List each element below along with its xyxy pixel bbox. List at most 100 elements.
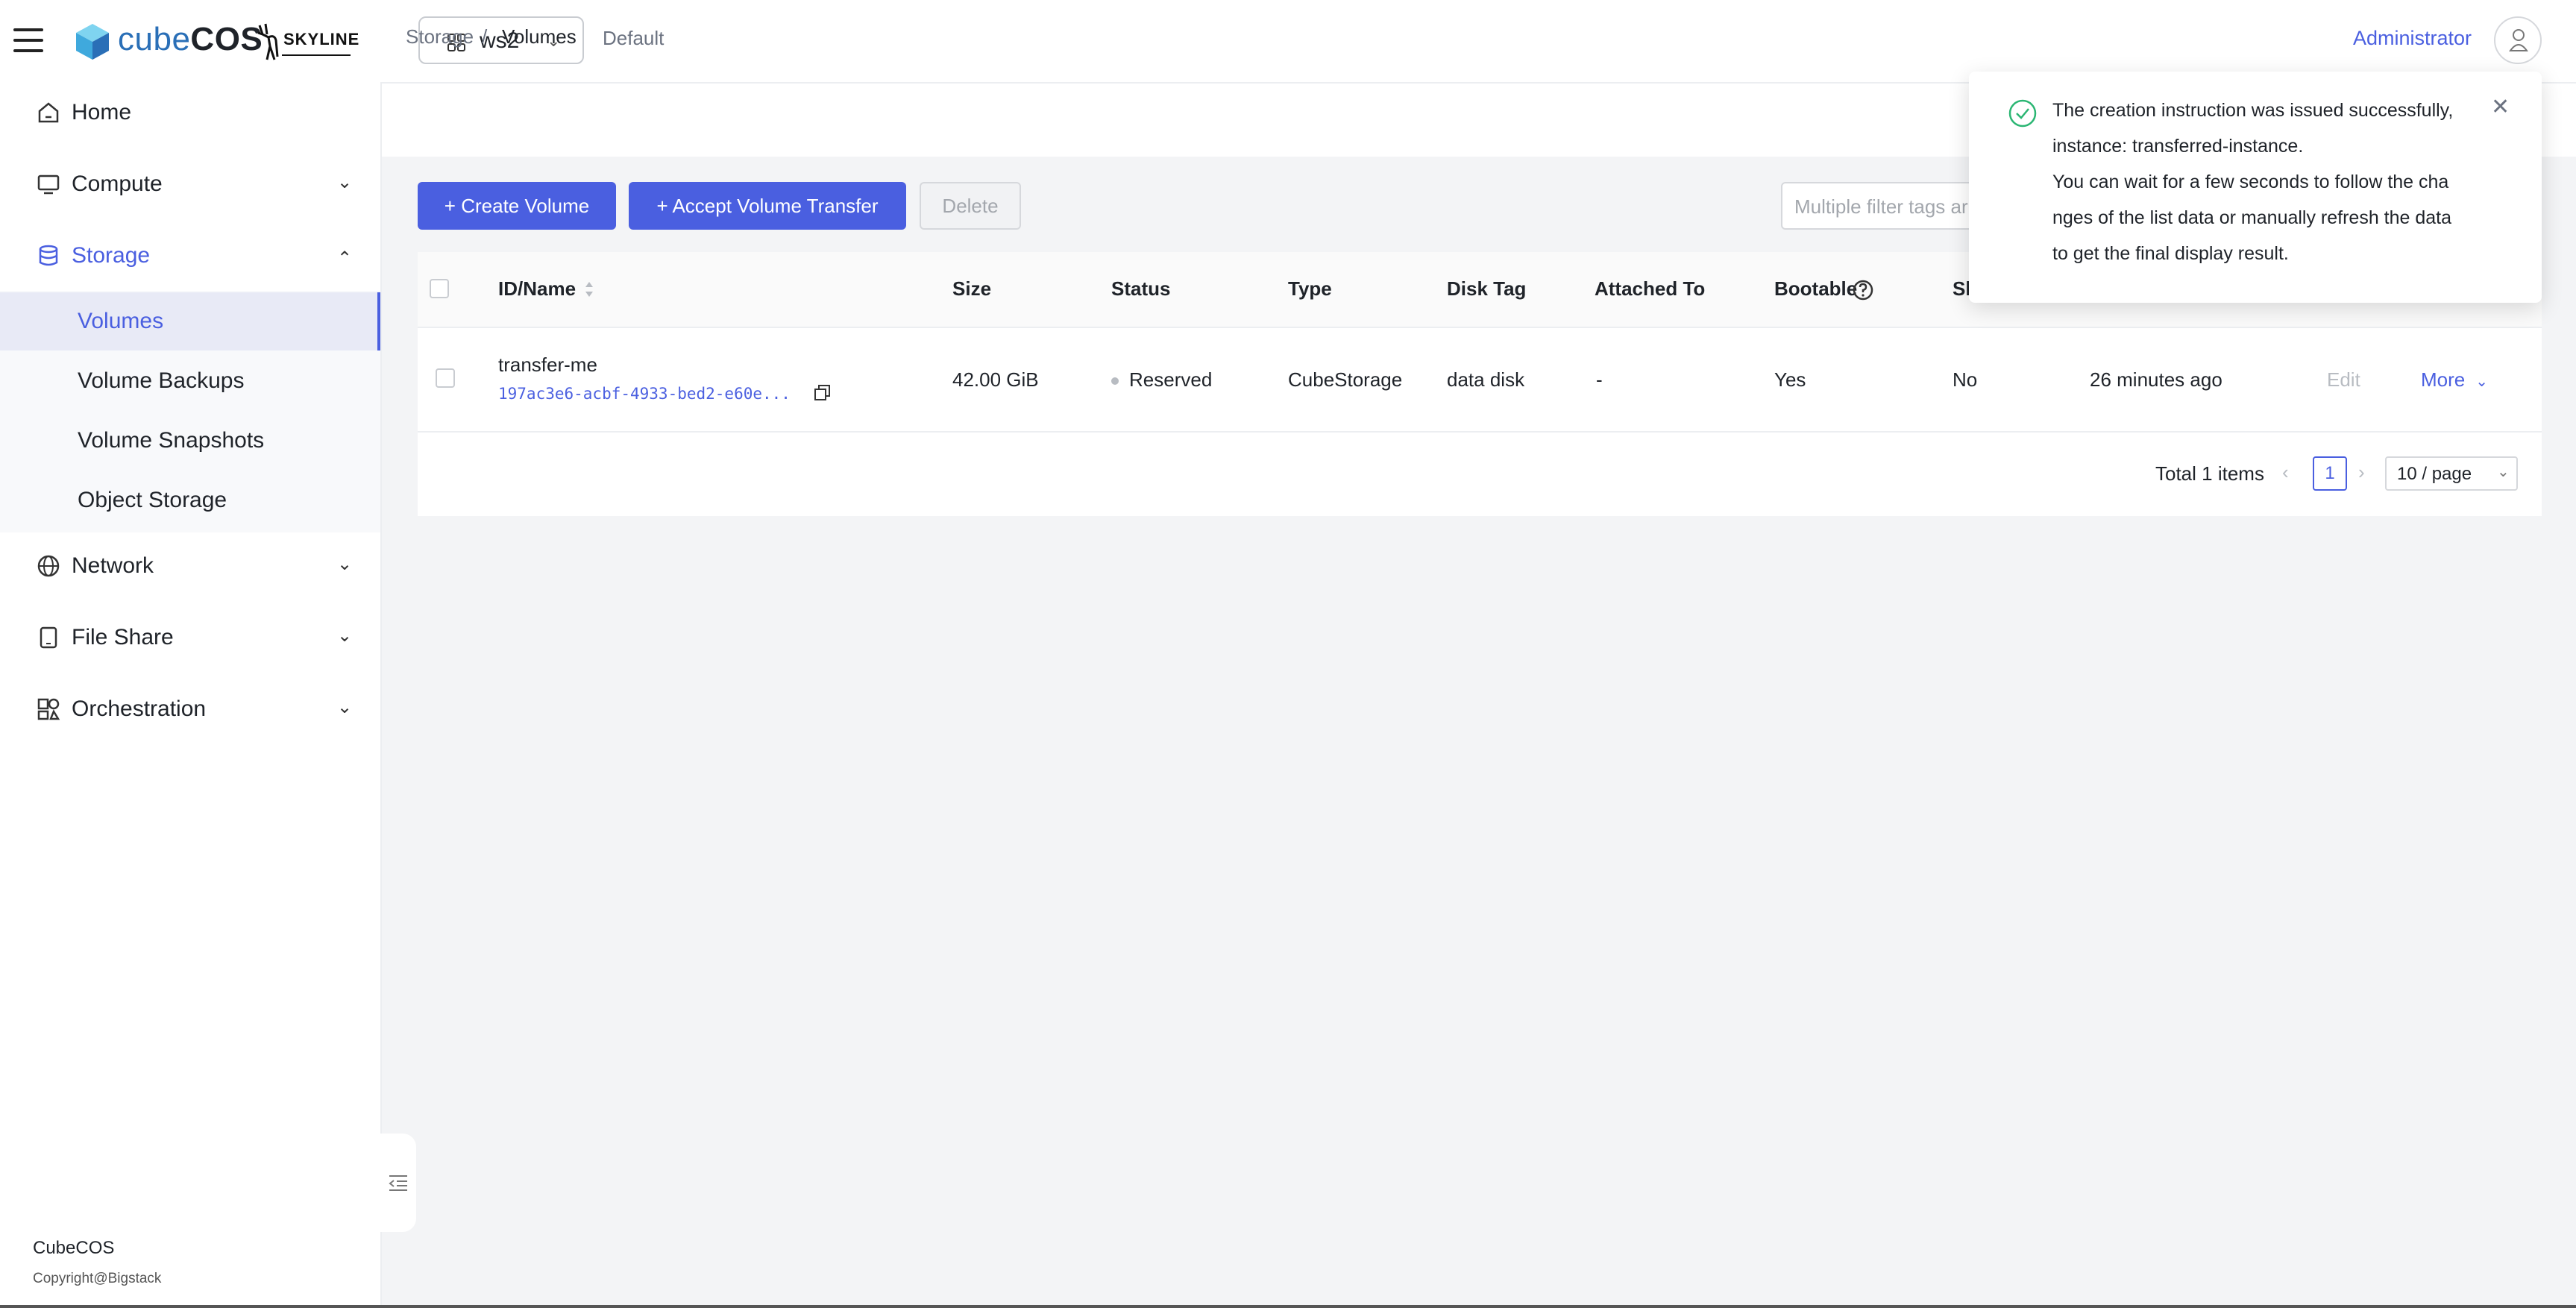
volume-id-link[interactable]: 197ac3e6-acbf-4933-bed2-e60e... — [498, 385, 791, 403]
create-volume-label: Create Volume — [461, 195, 590, 217]
column-header-attached-to: Attached To — [1595, 277, 1706, 300]
sidebar-item-label: Orchestration — [72, 697, 207, 721]
sidebar-item-storage[interactable]: Storage ⌃ — [0, 227, 380, 286]
partner-logo-text: SKYLINE — [283, 30, 360, 48]
volume-type: CubeStorage — [1288, 368, 1403, 391]
volume-size: 42.00 GiB — [952, 368, 1039, 391]
breadcrumb-separator: / — [482, 25, 488, 48]
monitor-icon — [37, 174, 60, 195]
next-page-icon[interactable]: › — [2358, 461, 2365, 484]
sidebar-item-network[interactable]: Network ⌄ — [0, 537, 380, 597]
close-icon[interactable]: ✕ — [2491, 94, 2510, 120]
sidebar-item-home[interactable]: Home — [0, 84, 380, 143]
shared-value: No — [1953, 368, 1978, 391]
notification-line: The creation instruction was issued succ… — [2052, 100, 2454, 121]
orchestration-icon — [37, 698, 60, 720]
prev-page-icon[interactable]: ‹ — [2282, 461, 2289, 484]
create-volume-button[interactable]: + Create Volume — [418, 182, 616, 230]
sidebar-subitem-label: Volume Backups — [78, 368, 245, 393]
cube-logo-icon — [76, 24, 109, 60]
delete-button[interactable]: Delete — [920, 182, 1021, 230]
notification-line: You can wait for a few seconds to follow… — [2052, 172, 2449, 192]
sidebar-item-file-share[interactable]: File Share ⌄ — [0, 609, 380, 668]
project-label[interactable]: Default — [603, 27, 664, 50]
current-page: 1 — [2325, 463, 2335, 483]
sort-icon[interactable] — [583, 279, 595, 300]
sidebar-item-volumes[interactable]: Volumes — [0, 292, 380, 350]
chevron-down-icon: ⌄ — [337, 697, 353, 717]
status-text: Reserved — [1129, 368, 1213, 391]
delete-label: Delete — [942, 195, 999, 217]
breadcrumb-parent-link[interactable]: Storage — [406, 25, 474, 48]
sidebar-item-label: Storage — [72, 243, 151, 268]
help-icon[interactable] — [1852, 279, 1874, 301]
sidebar-item-label: Home — [72, 100, 132, 125]
status-dot — [1111, 377, 1119, 386]
status-badge: Reserved — [1111, 368, 1212, 392]
globe-icon — [37, 555, 60, 577]
pagination: Total 1 items ‹ 1 › 10 / page ⌄ — [418, 433, 2542, 516]
row-checkbox[interactable] — [436, 368, 455, 388]
select-all-checkbox[interactable] — [430, 279, 449, 298]
database-icon — [39, 245, 58, 266]
plus-icon: + — [656, 195, 673, 217]
column-header-id-name[interactable]: ID/Name — [498, 277, 576, 301]
sidebar-item-label: Network — [72, 553, 154, 578]
total-items: Total 1 items — [2155, 462, 2264, 485]
column-header-status: Status — [1111, 277, 1171, 300]
edit-button[interactable]: Edit — [2327, 368, 2360, 392]
plus-icon: + — [444, 195, 462, 217]
chevron-down-icon: ⌄ — [337, 172, 353, 192]
sidebar-collapse-button[interactable] — [380, 1134, 416, 1232]
chevron-down-icon: ⌄ — [337, 554, 353, 574]
check-circle-icon — [2008, 99, 2037, 128]
brand-cube-text: cube — [118, 21, 191, 57]
sidebar-item-orchestration[interactable]: Orchestration ⌄ — [0, 680, 380, 740]
column-header-type: Type — [1288, 277, 1332, 300]
page-size-select[interactable]: 10 / page ⌄ — [2385, 456, 2518, 491]
bootable-value: Yes — [1774, 368, 1806, 391]
footer-brand: CubeCOS — [33, 1238, 115, 1258]
sidebar-item-volume-snapshots[interactable]: Volume Snapshots — [0, 412, 380, 470]
user-icon — [2509, 29, 2528, 51]
sidebar-item-volume-backups[interactable]: Volume Backups — [0, 352, 380, 410]
sidebar-item-label: File Share — [72, 625, 174, 650]
disk-tag: data disk — [1447, 368, 1525, 391]
column-header-bootable: Bootable — [1774, 277, 1858, 300]
created-at: 26 minutes ago — [2090, 368, 2222, 391]
more-label: More — [2421, 368, 2466, 391]
more-dropdown[interactable]: More ⌄ — [2421, 368, 2488, 392]
brand-logo-text: cubeCOS — [118, 21, 263, 58]
notification-line: instance: transferred-instance. — [2052, 136, 2304, 157]
sidebar-item-object-storage[interactable]: Object Storage — [0, 471, 380, 529]
filter-placeholder: Multiple filter tags ar — [1794, 195, 1968, 218]
chevron-up-icon: ⌃ — [337, 248, 353, 268]
column-header-size: Size — [952, 277, 992, 300]
sidebar-subitem-label: Volumes — [78, 309, 164, 333]
sidebar-item-label: Compute — [72, 172, 163, 196]
attached-to: - — [1596, 368, 1603, 391]
avatar[interactable] — [2494, 16, 2542, 64]
accept-transfer-label: Accept Volume Transfer — [672, 195, 879, 217]
column-header-disk-tag: Disk Tag — [1447, 277, 1527, 300]
tablet-icon — [40, 626, 57, 649]
page-size-label: 10 / page — [2397, 464, 2472, 484]
volume-name: transfer-me — [498, 353, 597, 376]
copy-icon[interactable] — [813, 383, 832, 403]
user-menu-link[interactable]: Administrator — [2353, 27, 2472, 50]
footer-copyright: Copyright@Bigstack — [33, 1271, 162, 1286]
sidebar-item-compute[interactable]: Compute ⌄ — [0, 155, 380, 215]
breadcrumb-current: Volumes — [502, 25, 577, 48]
chevron-down-icon: ⌄ — [2497, 464, 2510, 480]
chevron-down-icon: ⌄ — [2475, 374, 2489, 390]
accept-volume-transfer-button[interactable]: + Accept Volume Transfer — [629, 182, 906, 230]
home-icon — [38, 102, 59, 123]
success-notification: ✕ The creation instruction was issued su… — [1969, 72, 2542, 303]
menu-icon[interactable] — [13, 28, 43, 54]
sidebar-subitem-label: Volume Snapshots — [78, 428, 265, 453]
collapse-menu-icon — [389, 1175, 407, 1191]
window-bottom-edge — [0, 1305, 2576, 1308]
notification-line: nges of the list data or manually refres… — [2052, 207, 2452, 228]
notification-line: to get the final display result. — [2052, 243, 2289, 264]
page-1-button[interactable]: 1 — [2313, 456, 2347, 491]
